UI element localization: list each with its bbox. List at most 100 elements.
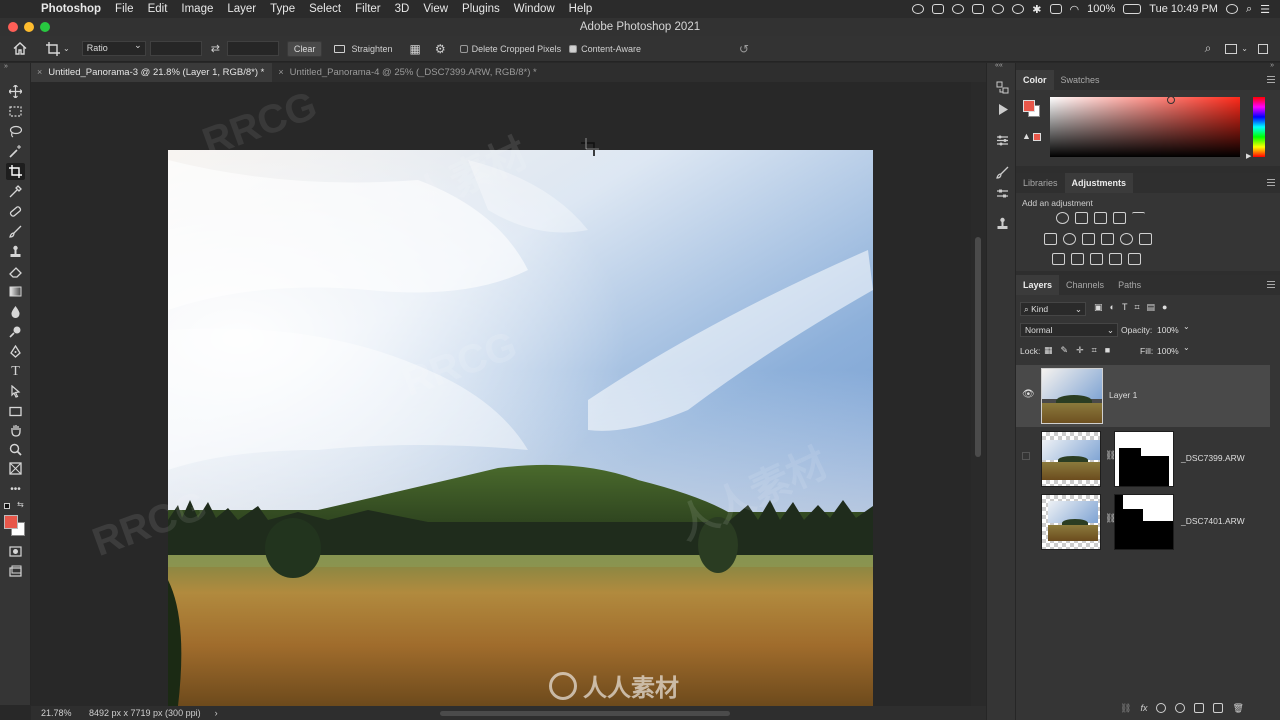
- out-of-gamut-warning-icon[interactable]: ▲: [1022, 131, 1031, 141]
- history-panel-icon[interactable]: [994, 80, 1010, 94]
- layer-row-dsc7399[interactable]: ⛓ _DSC7399.ARW: [1016, 428, 1270, 490]
- layer-mask-thumbnail[interactable]: [1114, 431, 1174, 487]
- adjust-sliders-icon[interactable]: [994, 186, 1010, 200]
- delete-cropped-pixels-checkbox[interactable]: Delete Cropped Pixels: [459, 44, 561, 54]
- color-lookup-icon[interactable]: [1139, 233, 1152, 245]
- menu-window[interactable]: Window: [507, 3, 562, 15]
- brush-settings-icon[interactable]: [994, 165, 1010, 179]
- foreground-color-swatch[interactable]: [4, 515, 18, 529]
- tools-collapse-icon[interactable]: »: [4, 63, 8, 70]
- home-icon[interactable]: [13, 42, 29, 55]
- spotlight-icon[interactable]: ⌕: [1246, 3, 1252, 16]
- visibility-toggle-box[interactable]: [1022, 452, 1030, 460]
- delete-layer-icon[interactable]: 🗑: [1232, 703, 1243, 714]
- pen-tool-icon[interactable]: [6, 343, 25, 360]
- curves-icon[interactable]: [1094, 212, 1107, 224]
- gradient-tool-icon[interactable]: [6, 283, 25, 300]
- hand-tool-icon[interactable]: [6, 422, 25, 439]
- filter-smart-object-icon[interactable]: ▤: [1147, 302, 1156, 313]
- tab-layers[interactable]: Layers: [1016, 275, 1060, 295]
- straighten-button[interactable]: Straighten: [334, 44, 392, 54]
- visibility-eye-icon[interactable]: 👁: [1022, 389, 1035, 400]
- rectangle-tool-icon[interactable]: [6, 403, 25, 420]
- add-mask-icon[interactable]: [1156, 703, 1167, 713]
- color-balance-icon[interactable]: [1063, 233, 1076, 245]
- menu-edit[interactable]: Edit: [141, 3, 175, 15]
- opacity-chevron-icon[interactable]: ⌄: [1183, 322, 1190, 331]
- clone-stamp-tool-icon[interactable]: [6, 243, 25, 260]
- photo-filter-icon[interactable]: [1101, 233, 1114, 245]
- crop-settings-gear-icon[interactable]: ⚙: [435, 42, 446, 56]
- filter-adjustment-icon[interactable]: ◐: [1110, 302, 1115, 313]
- threshold-icon[interactable]: [1090, 253, 1103, 265]
- search-icon[interactable]: ⌕: [1205, 41, 1212, 56]
- exposure-icon[interactable]: [1113, 212, 1126, 224]
- frame-tool-icon[interactable]: [6, 460, 25, 477]
- dodge-tool-icon[interactable]: [6, 323, 25, 340]
- opacity-value[interactable]: 100%: [1157, 325, 1179, 335]
- zoom-tool-icon[interactable]: [6, 441, 25, 458]
- lock-transparent-icon[interactable]: ▦: [1044, 345, 1053, 356]
- layer-row-dsc7401[interactable]: ⛓ _DSC7401.ARW: [1016, 491, 1270, 553]
- gradient-map-icon[interactable]: [1128, 253, 1141, 265]
- menu-photoshop[interactable]: Photoshop: [34, 3, 108, 15]
- menu-help[interactable]: Help: [562, 3, 600, 15]
- eraser-tool-icon[interactable]: [6, 263, 25, 280]
- clone-source-icon[interactable]: [994, 216, 1010, 230]
- marquee-tool-icon[interactable]: [6, 103, 25, 120]
- vertical-scrollbar[interactable]: [971, 82, 986, 706]
- tray-icon[interactable]: [932, 4, 945, 14]
- brush-tool-icon[interactable]: [6, 223, 25, 240]
- close-window-button[interactable]: [8, 22, 18, 32]
- layer-fx-icon[interactable]: fx: [1140, 703, 1147, 714]
- workspace-icon[interactable]: [1225, 43, 1238, 54]
- move-tool-icon[interactable]: [6, 83, 25, 100]
- layer-filter-select[interactable]: ⌕ Kind ⌄: [1020, 302, 1086, 316]
- path-selection-tool-icon[interactable]: [6, 383, 25, 400]
- quick-mask-icon[interactable]: [6, 543, 25, 560]
- ratio-width-field[interactable]: [149, 41, 202, 56]
- vpn-icon[interactable]: [972, 4, 985, 14]
- battery-icon[interactable]: [1123, 4, 1142, 14]
- vertical-scroll-thumb[interactable]: [975, 237, 981, 457]
- keyboard-icon[interactable]: [1049, 4, 1062, 14]
- more-tools-icon[interactable]: •••: [6, 481, 25, 498]
- panel-menu-icon[interactable]: [1267, 281, 1275, 288]
- panorama-image[interactable]: [168, 150, 873, 706]
- menu-file[interactable]: File: [108, 3, 141, 15]
- new-layer-icon[interactable]: [1213, 703, 1224, 713]
- canvas-area[interactable]: RRCG 人人素材 RRCG 人人素材 RRCG 人人素材: [31, 82, 971, 706]
- dock-collapse-icon[interactable]: ««: [995, 62, 1003, 69]
- color-fg-swatch[interactable]: [1023, 100, 1035, 112]
- menu-image[interactable]: Image: [174, 3, 220, 15]
- new-adjustment-layer-icon[interactable]: [1175, 703, 1186, 713]
- swap-colors-icon[interactable]: ⇆: [17, 500, 24, 509]
- clear-button[interactable]: Clear: [286, 40, 323, 57]
- bluetooth-icon[interactable]: ✱: [1032, 3, 1041, 16]
- vibrance-icon[interactable]: [1132, 212, 1145, 224]
- tab-color[interactable]: Color: [1016, 70, 1054, 90]
- globe-icon[interactable]: [992, 4, 1005, 14]
- control-center-icon[interactable]: ☰: [1260, 3, 1270, 16]
- tab-panorama-4[interactable]: × Untitled_Panorama-4 @ 25% (_DSC7399.AR…: [272, 63, 544, 82]
- content-aware-checkbox[interactable]: Content-Aware: [569, 44, 641, 54]
- channel-mixer-icon[interactable]: [1120, 233, 1133, 245]
- lock-artboard-icon[interactable]: ⌗: [1092, 345, 1097, 356]
- tab-swatches[interactable]: Swatches: [1054, 70, 1107, 90]
- crop-tool-preset-icon[interactable]: ⌄: [46, 41, 70, 56]
- tab-libraries[interactable]: Libraries: [1016, 173, 1065, 193]
- link-layers-icon[interactable]: ⛓: [1120, 703, 1131, 714]
- menu-plugins[interactable]: Plugins: [455, 3, 507, 15]
- tab-panorama-3[interactable]: × Untitled_Panorama-3 @ 21.8% (Layer 1, …: [31, 63, 273, 82]
- tab-adjustments[interactable]: Adjustments: [1064, 173, 1134, 193]
- hue-saturation-icon[interactable]: [1044, 233, 1057, 245]
- swap-ratio-icon[interactable]: ⇄: [211, 42, 220, 55]
- type-tool-icon[interactable]: T: [6, 363, 25, 380]
- zoom-window-button[interactable]: [40, 22, 50, 32]
- horizontal-scroll-thumb[interactable]: [440, 711, 730, 716]
- levels-icon[interactable]: [1075, 212, 1088, 224]
- ratio-height-field[interactable]: [226, 41, 279, 56]
- brightness-contrast-icon[interactable]: [1056, 212, 1069, 224]
- lock-image-icon[interactable]: ✎: [1061, 345, 1069, 356]
- gamut-swatch[interactable]: [1033, 133, 1041, 141]
